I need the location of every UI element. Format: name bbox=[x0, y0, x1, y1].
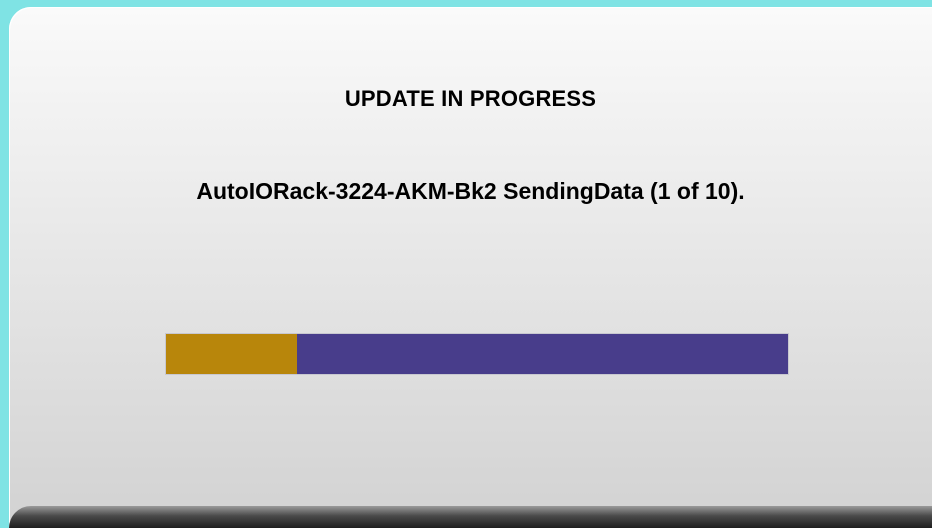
panel-bottom-bevel bbox=[9, 506, 932, 528]
status-message: AutoIORack-3224-AKM-Bk2 SendingData (1 o… bbox=[196, 178, 745, 204]
dialog-title: UPDATE IN PROGRESS bbox=[344, 86, 597, 111]
dialog-frame: UPDATE IN PROGRESS AutoIORack-3224-AKM-B… bbox=[0, 0, 932, 528]
progress-bar-remaining bbox=[296, 334, 788, 374]
progress-bar bbox=[165, 333, 789, 375]
progress-bar-fill bbox=[166, 334, 297, 374]
update-dialog-panel: UPDATE IN PROGRESS AutoIORack-3224-AKM-B… bbox=[9, 7, 932, 528]
